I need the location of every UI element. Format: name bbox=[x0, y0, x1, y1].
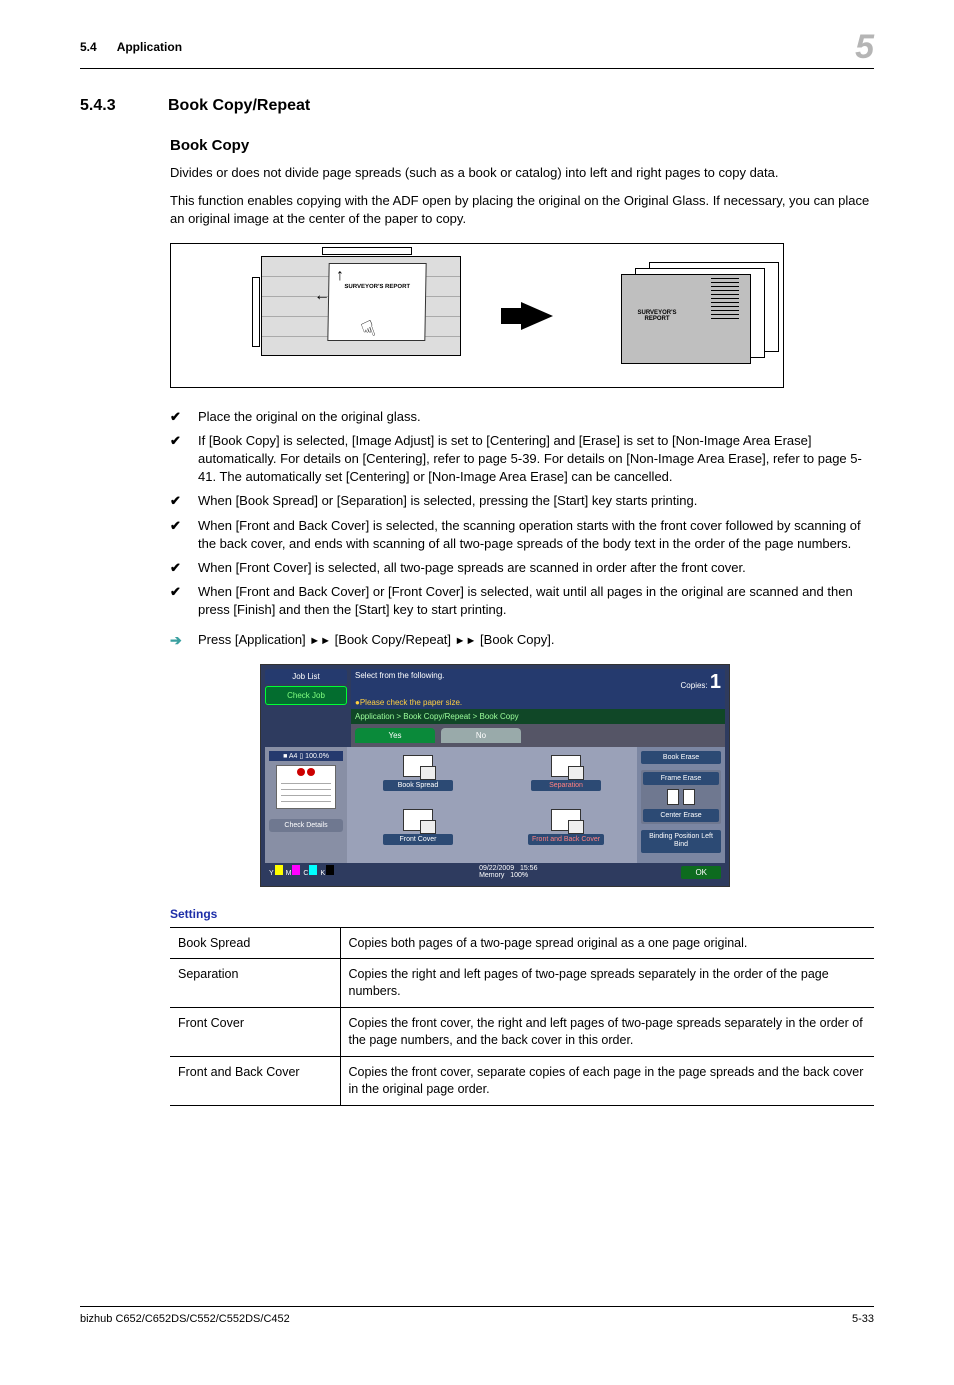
arrow-left-icon: ← bbox=[314, 287, 330, 305]
table-row: Separation Copies the right and left pag… bbox=[170, 959, 874, 1008]
settings-table: Book Spread Copies both pages of a two-p… bbox=[170, 927, 874, 1106]
center-erase-button[interactable]: Center Erase bbox=[643, 809, 719, 822]
note-item: When [Front and Back Cover] is selected,… bbox=[170, 517, 874, 553]
note-item: When [Front and Back Cover] or [Front Co… bbox=[170, 583, 874, 619]
note-item: When [Book Spread] or [Separation] is se… bbox=[170, 492, 874, 510]
tab-yes[interactable]: Yes bbox=[355, 728, 435, 743]
header-section-num: 5.4 bbox=[80, 40, 97, 54]
status-datetime: 09/22/2009 15:56 Memory 100% bbox=[479, 865, 537, 879]
copies-label: Copies: bbox=[681, 681, 708, 690]
page-footer: bizhub C652/C652DS/C552/C552DS/C452 5-33 bbox=[80, 1306, 874, 1325]
setting-desc: Copies the front cover, the right and le… bbox=[340, 1008, 874, 1057]
toner-m-label: M bbox=[286, 870, 292, 880]
arrow-up-icon: ↑ bbox=[336, 267, 344, 285]
setting-desc: Copies both pages of a two-page spread o… bbox=[340, 927, 874, 959]
process-arrow-icon bbox=[521, 302, 553, 330]
note-item: When [Front Cover] is selected, all two-… bbox=[170, 559, 874, 577]
option-label: Front and Back Cover bbox=[528, 834, 604, 845]
instruction-text: Select from the following. bbox=[355, 671, 444, 694]
option-separation[interactable]: Separation bbox=[499, 755, 633, 801]
section-number: 5.4.3 bbox=[80, 97, 140, 115]
illustration-box: SURVEYOR'S REPORT ↑ ← ☟ SURVEYOR'S REPOR… bbox=[170, 243, 784, 388]
job-list-tab[interactable]: Job List bbox=[265, 669, 347, 684]
chapter-number: 5 bbox=[855, 30, 874, 64]
option-label: Book Spread bbox=[383, 780, 453, 791]
warning-text: ●Please check the paper size. bbox=[351, 696, 725, 709]
footer-model: bizhub C652/C652DS/C552/C552DS/C452 bbox=[80, 1313, 290, 1325]
notes-list: Place the original on the original glass… bbox=[170, 408, 874, 620]
note-item: If [Book Copy] is selected, [Image Adjus… bbox=[170, 432, 874, 487]
frame-erase-button[interactable]: Frame Erase bbox=[643, 772, 719, 785]
procedure-step: Press [Application] ►► [Book Copy/Repeat… bbox=[170, 631, 874, 649]
toner-k-label: K bbox=[320, 870, 325, 880]
preview-thumbnail bbox=[276, 765, 336, 809]
setting-name: Separation bbox=[170, 959, 340, 1008]
setting-desc: Copies the right and left pages of two-p… bbox=[340, 959, 874, 1008]
section-heading: 5.4.3 Book Copy/Repeat bbox=[80, 97, 874, 115]
setting-name: Front and Back Cover bbox=[170, 1056, 340, 1105]
check-details-button[interactable]: Check Details bbox=[269, 819, 343, 832]
settings-heading: Settings bbox=[170, 907, 874, 921]
toner-y-label: Y bbox=[269, 870, 274, 880]
output-label: SURVEYOR'S REPORT bbox=[627, 310, 687, 323]
page-header: 5.4 Application 5 bbox=[80, 40, 874, 69]
toner-c-label: C bbox=[303, 870, 308, 880]
step-text-3: [Book Copy]. bbox=[476, 632, 554, 647]
option-front-cover[interactable]: Front Cover bbox=[351, 809, 485, 855]
paragraph-2: This function enables copying with the A… bbox=[170, 192, 874, 228]
book-erase-button[interactable]: Book Erase bbox=[641, 751, 721, 764]
option-book-spread[interactable]: Book Spread bbox=[351, 755, 485, 801]
note-item: Place the original on the original glass… bbox=[170, 408, 874, 426]
book-spread-icon bbox=[403, 755, 433, 777]
section-title: Book Copy/Repeat bbox=[168, 97, 310, 115]
triangle-right-icon: ►► bbox=[309, 635, 331, 647]
option-label: Separation bbox=[531, 780, 601, 791]
setting-desc: Copies the front cover, separate copies … bbox=[340, 1056, 874, 1105]
setting-name: Book Spread bbox=[170, 927, 340, 959]
table-row: Front Cover Copies the front cover, the … bbox=[170, 1008, 874, 1057]
frame-erase-group: Frame Erase Center Erase bbox=[641, 770, 721, 824]
separation-icon bbox=[551, 755, 581, 777]
subsection-title: Book Copy bbox=[170, 137, 874, 154]
option-label: Front Cover bbox=[383, 834, 453, 845]
front-back-cover-icon bbox=[551, 809, 581, 831]
copies-value: 1 bbox=[710, 671, 721, 693]
check-job-button[interactable]: Check Job bbox=[265, 686, 347, 705]
triangle-right-icon: ►► bbox=[455, 635, 477, 647]
binding-position-button[interactable]: Binding Position Left Bind bbox=[641, 830, 721, 853]
ok-button[interactable]: OK bbox=[681, 866, 721, 879]
step-text-1: Press [Application] bbox=[198, 632, 309, 647]
paragraph-1: Divides or does not divide page spreads … bbox=[170, 164, 874, 182]
paper-size-badge: ■ A4 ▯ 100.0% bbox=[269, 751, 343, 761]
device-screenshot: Job List Check Job Select from the follo… bbox=[260, 664, 730, 887]
breadcrumb: Application > Book Copy/Repeat > Book Co… bbox=[351, 709, 725, 724]
option-front-back-cover[interactable]: Front and Back Cover bbox=[499, 809, 633, 855]
step-text-2: [Book Copy/Repeat] bbox=[331, 632, 455, 647]
front-cover-icon bbox=[403, 809, 433, 831]
header-left: 5.4 Application bbox=[80, 40, 182, 54]
scanner-illustration: SURVEYOR'S REPORT ↑ ← ☟ bbox=[261, 256, 481, 376]
tab-no[interactable]: No bbox=[441, 728, 521, 743]
setting-name: Front Cover bbox=[170, 1008, 340, 1057]
toner-levels: Y M C K bbox=[269, 865, 335, 880]
header-section-label: Application bbox=[117, 40, 182, 54]
table-row: Front and Back Cover Copies the front co… bbox=[170, 1056, 874, 1105]
table-row: Book Spread Copies both pages of a two-p… bbox=[170, 927, 874, 959]
footer-page: 5-33 bbox=[852, 1313, 874, 1325]
